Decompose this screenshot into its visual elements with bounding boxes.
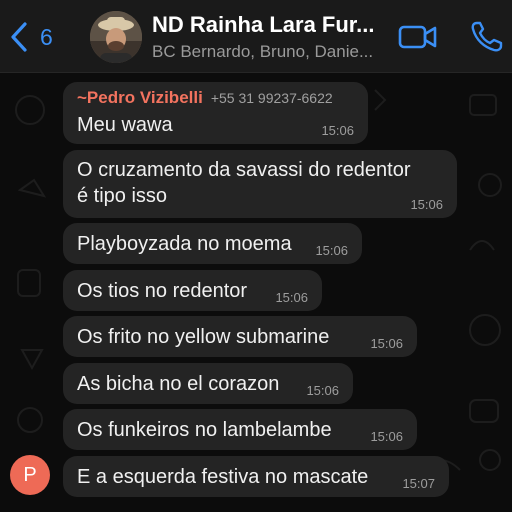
message-time: 15:06 — [370, 429, 403, 444]
phone-icon — [471, 21, 503, 52]
message-text-line-1: O cruzamento da savassi do redentor — [77, 159, 411, 181]
message-text: Playboyzada no moema — [77, 233, 292, 255]
message-text: Os tios no redentor — [77, 280, 248, 302]
message-bubble[interactable]: ~Pedro Vizibelli +55 31 99237-6622 Meu w… — [63, 82, 368, 144]
video-call-button[interactable] — [398, 24, 438, 50]
message-text: Meu wawa — [77, 114, 173, 136]
group-photo — [90, 11, 142, 63]
message-bubble[interactable]: Os frito no yellow submarine 15:06 — [63, 316, 417, 357]
message-bubble[interactable]: As bicha no el corazon 15:06 — [63, 363, 353, 404]
chat-title-block[interactable]: ND Rainha Lara Fur... BC Bernardo, Bruno… — [152, 12, 388, 62]
message-text: Os frito no yellow submarine — [77, 326, 330, 348]
sender-line: ~Pedro Vizibelli +55 31 99237-6622 — [77, 88, 354, 108]
chat-title: ND Rainha Lara Fur... — [152, 12, 375, 37]
message-text: As bicha no el corazon — [77, 373, 280, 395]
video-camera-icon — [398, 25, 437, 49]
message-time: 15:06 — [410, 197, 443, 212]
sender-avatar[interactable]: P — [10, 455, 50, 495]
message-time: 15:06 — [321, 123, 354, 138]
message-time: 15:06 — [315, 243, 348, 258]
message-time: 15:06 — [275, 290, 308, 305]
message-time: 15:06 — [370, 336, 403, 351]
message-time: 15:06 — [306, 383, 339, 398]
sender-name[interactable]: ~Pedro Vizibelli — [77, 88, 203, 108]
chat-participants: BC Bernardo, Bruno, Danie... — [152, 42, 374, 61]
message-bubble[interactable]: E a esquerda festiva no mascate 15:07 — [63, 456, 449, 497]
sender-avatar-initial: P — [23, 463, 37, 486]
chat-header: 6 ND Rainha Lara Fur... BC Bernardo, Bru… — [0, 0, 512, 73]
message-text: E a esquerda festiva no mascate — [77, 466, 369, 488]
unread-count: 6 — [40, 23, 53, 50]
message-time: 15:07 — [402, 476, 435, 491]
message-bubble[interactable]: O cruzamento da savassi do redentor é ti… — [63, 150, 457, 218]
message-bubble[interactable]: Os tios no redentor 15:06 — [63, 270, 322, 311]
voice-call-button[interactable] — [470, 20, 504, 52]
group-avatar[interactable] — [90, 11, 142, 63]
message-bubble[interactable]: Os funkeiros no lambelambe 15:06 — [63, 409, 417, 450]
back-button[interactable]: 6 — [8, 20, 53, 54]
chevron-left-icon — [11, 22, 27, 52]
message-bubble[interactable]: Playboyzada no moema 15:06 — [63, 223, 362, 264]
sender-phone: +55 31 99237-6622 — [210, 90, 333, 106]
message-text: Os funkeiros no lambelambe — [77, 419, 332, 441]
message-text-line-2: é tipo isso — [77, 185, 168, 207]
